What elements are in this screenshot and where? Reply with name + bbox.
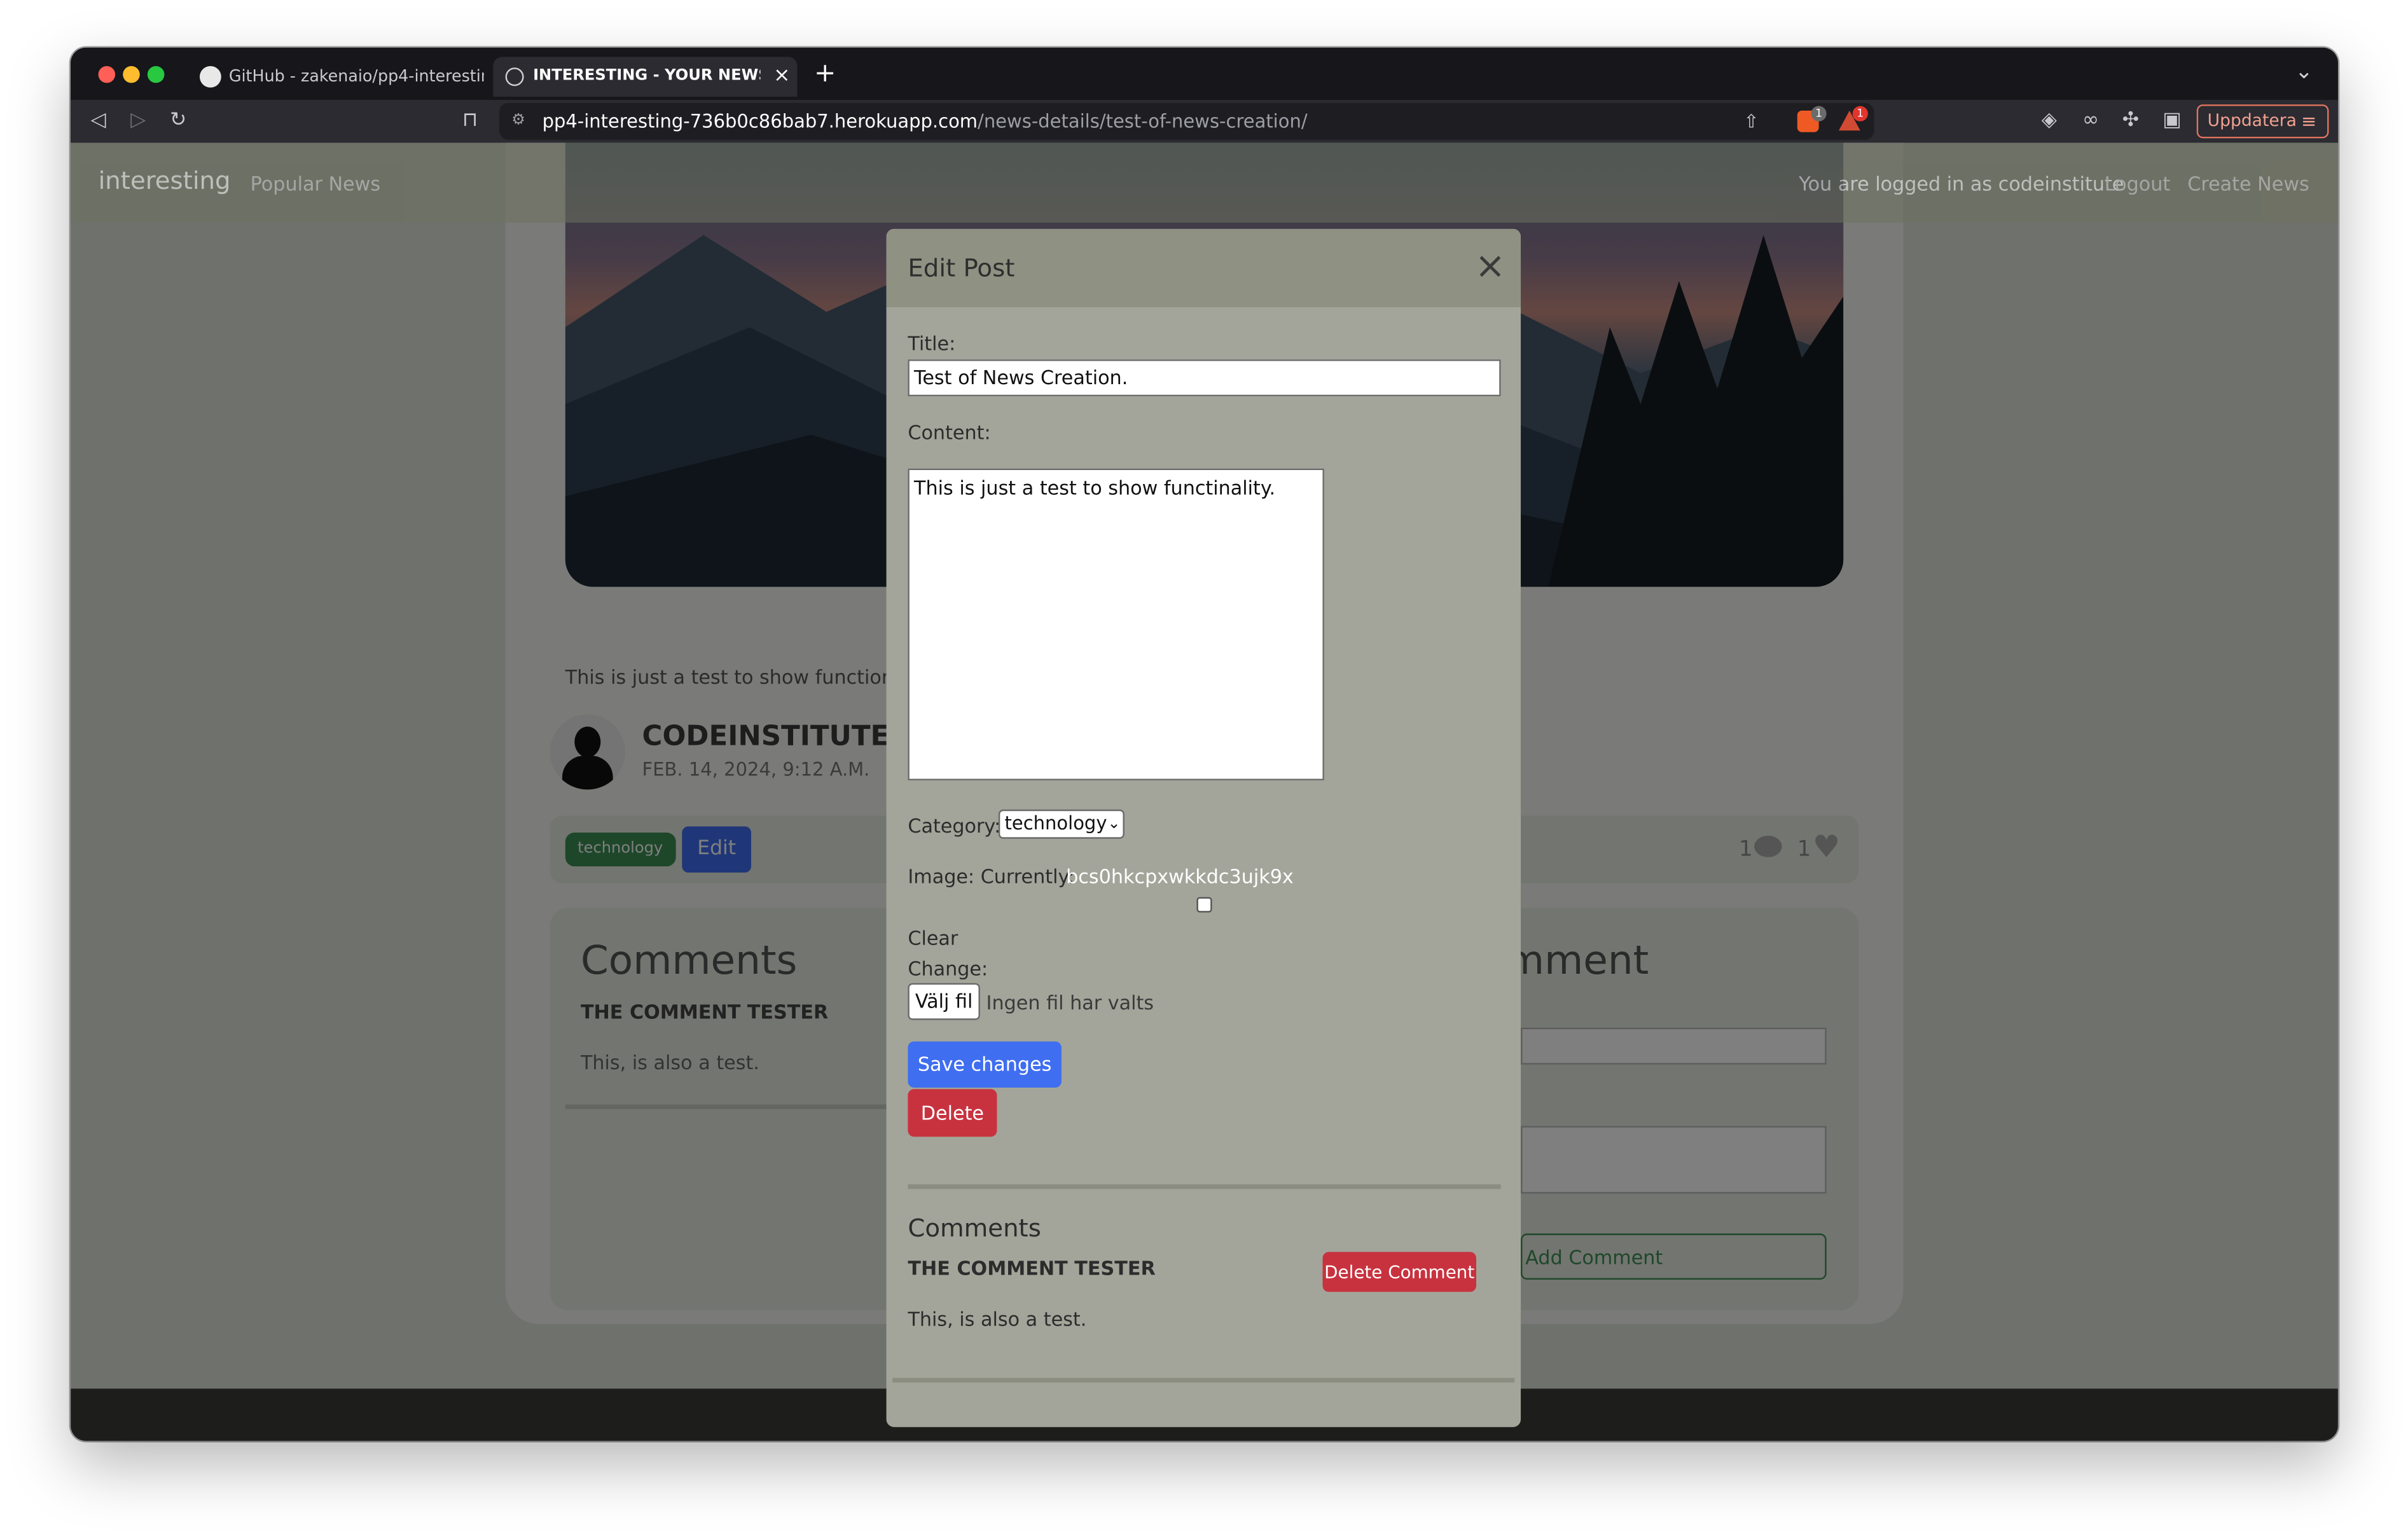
address-bar[interactable]: ⚙ pp4-interesting-736b0c86bab7.herokuapp… xyxy=(499,102,1874,140)
close-tab-icon[interactable]: × xyxy=(771,57,792,97)
modal-bottom-divider xyxy=(892,1378,1515,1383)
brand-logo[interactable]: interesting xyxy=(99,166,231,195)
chevron-down-icon: ⌄ xyxy=(1107,815,1121,833)
update-button[interactable]: Uppdatera ≡ xyxy=(2196,104,2329,139)
tab-github[interactable]: GitHub - zakenaio/pp4-interesting2 xyxy=(193,57,485,97)
modal-comments-heading: Comments xyxy=(908,1214,1041,1243)
content-label: Content: xyxy=(908,420,991,444)
clear-image-checkbox[interactable] xyxy=(1196,897,1212,913)
extension-glasses-icon[interactable]: ∞ xyxy=(2075,100,2106,143)
browser-toolbar: ◁ ▷ ↻ ⊓ ⚙ pp4-interesting-736b0c86bab7.h… xyxy=(71,99,2338,143)
vpn-shield-icon[interactable]: ◈ xyxy=(2034,100,2065,143)
zoom-window-button[interactable] xyxy=(147,66,165,83)
no-file-chosen-text: Ingen fil har valts xyxy=(986,990,1154,1014)
modal-divider xyxy=(908,1184,1501,1189)
url-host: pp4-interesting-736b0c86bab7.herokuapp.c… xyxy=(542,110,978,132)
modal-comment-author: THE COMMENT TESTER xyxy=(908,1256,1156,1280)
sidebar-icon[interactable]: ▣ xyxy=(2157,100,2187,143)
edit-post-modal: Edit Post × Title: Test of News Creation… xyxy=(886,228,1521,1427)
category-select[interactable]: technology ⌄ xyxy=(998,809,1124,839)
shield-count-badge: 1 xyxy=(1811,106,1827,121)
category-select-value: technology xyxy=(1004,812,1107,834)
reload-icon[interactable]: ↻ xyxy=(163,100,193,143)
github-icon xyxy=(199,66,221,88)
minimize-window-button[interactable] xyxy=(123,66,140,83)
modal-header: Edit Post × xyxy=(886,228,1521,308)
title-label: Title: xyxy=(908,331,956,355)
globe-icon xyxy=(505,67,524,86)
url-path: /news-details/test-of-news-creation/ xyxy=(978,110,1308,132)
title-input[interactable]: Test of News Creation. xyxy=(908,359,1501,397)
delete-comment-button[interactable]: Delete Comment xyxy=(1322,1252,1477,1292)
nav-popular-news[interactable]: Popular News xyxy=(251,172,380,195)
web-page: This is just a test to show functionalit… xyxy=(71,142,2338,1441)
back-arrow-icon[interactable]: ◁ xyxy=(83,100,113,143)
close-window-button[interactable] xyxy=(98,66,116,83)
site-navbar: interesting Popular News You are logged … xyxy=(71,142,2338,223)
clear-label: Clear xyxy=(908,926,958,950)
tab-label: GitHub - zakenaio/pp4-interesting2 xyxy=(228,67,484,86)
save-changes-button[interactable]: Save changes xyxy=(908,1041,1062,1088)
tab-interesting[interactable]: INTERESTING - YOUR NEWS FEED × xyxy=(493,57,798,97)
content-textarea[interactable]: This is just a test to show functinality… xyxy=(908,468,1324,780)
rewards-count-badge: 1 xyxy=(1852,106,1868,121)
tab-bar: GitHub - zakenaio/pp4-interesting2 INTER… xyxy=(71,47,2338,100)
update-button-label: Uppdatera xyxy=(2207,110,2297,131)
modal-comment-body: This, is also a test. xyxy=(908,1307,1087,1331)
close-icon[interactable]: × xyxy=(1475,244,1506,287)
tab-list-chevron-icon[interactable]: ⌄ xyxy=(2295,52,2313,92)
new-tab-icon[interactable]: + xyxy=(814,54,836,94)
share-icon[interactable]: ⇧ xyxy=(1743,103,1759,140)
extension-icon[interactable]: ✣ xyxy=(2115,100,2146,143)
bookmark-icon[interactable]: ⊓ xyxy=(455,100,485,143)
category-label: Category: xyxy=(908,814,1001,838)
forward-arrow-icon[interactable]: ▷ xyxy=(123,100,153,143)
browser-window: GitHub - zakenaio/pp4-interesting2 INTER… xyxy=(71,47,2338,1441)
image-label: Image: Currently: xyxy=(908,864,1075,888)
tab-label: INTERESTING - YOUR NEWS FEED xyxy=(533,67,760,85)
logged-in-status: You are logged in as codeinstitute xyxy=(1799,172,2124,195)
nav-create-news[interactable]: Create News xyxy=(2187,172,2309,195)
nav-logout[interactable]: Logout xyxy=(2105,172,2170,195)
modal-title: Edit Post xyxy=(908,253,1015,283)
menu-icon: ≡ xyxy=(2301,110,2317,132)
delete-post-button[interactable]: Delete xyxy=(908,1089,997,1137)
site-info-icon[interactable]: ⚙ xyxy=(511,103,525,140)
current-image-link[interactable]: bcs0hkcpxwkkdc3ujk9x xyxy=(1066,865,1294,888)
choose-file-button[interactable]: Välj fil xyxy=(908,983,980,1020)
change-label: Change: xyxy=(908,957,988,980)
